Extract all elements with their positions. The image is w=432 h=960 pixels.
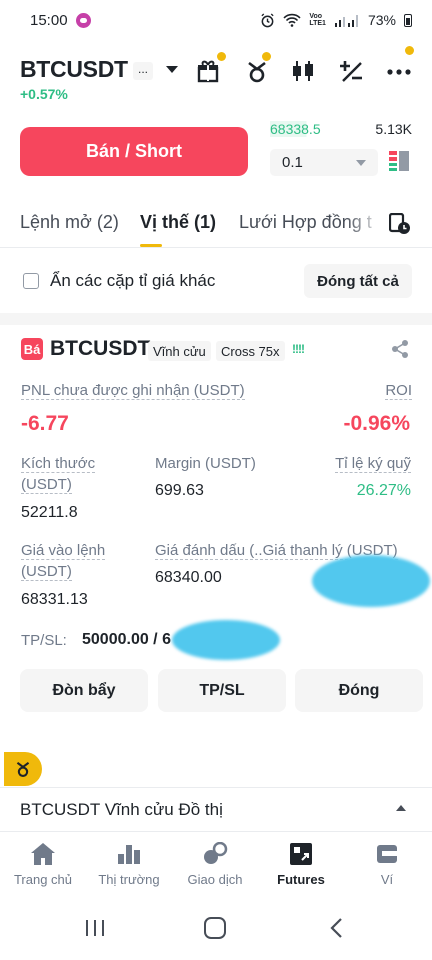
margin-ratio-value: 26.27%: [356, 482, 411, 499]
margin-ratio-label[interactable]: Tỉ lệ ký quỹ: [335, 455, 411, 473]
tab-fade: [345, 204, 385, 247]
orderbook-row[interactable]: 68338.5 5.13K: [270, 118, 412, 140]
orderbook-price: 68338.5: [270, 121, 331, 137]
back-icon[interactable]: [328, 917, 344, 939]
nav-home[interactable]: Trang chủ: [0, 842, 86, 887]
entry-price-value: 68331.13: [21, 591, 88, 608]
share-icon[interactable]: [390, 339, 410, 359]
redacted-liq-price: [312, 555, 430, 607]
nav-wallet-label: Ví: [380, 872, 394, 887]
battery-percent: 73%: [367, 12, 396, 28]
home-icon: [31, 843, 55, 865]
battery-icon: [404, 13, 412, 27]
entry-price-label[interactable]: Giá vào lệnh: [21, 542, 106, 560]
nav-wallet[interactable]: Ví: [344, 842, 430, 887]
gift-icon[interactable]: [195, 58, 221, 84]
more-icon[interactable]: [386, 58, 412, 84]
position-symbol[interactable]: BTCUSDT: [50, 337, 150, 361]
size-value: 52211.8: [21, 504, 78, 521]
redacted-tpsl: [172, 620, 280, 660]
status-time: 15:00: [30, 11, 68, 29]
nav-trade[interactable]: Giao dịch: [172, 842, 258, 887]
notification-app-icon: [75, 12, 91, 28]
header: BTCUSDT ... +0.57%: [0, 46, 432, 108]
hide-other-pairs-checkbox[interactable]: [23, 273, 39, 289]
bottom-nav: Trang chủ Thị trường Giao dịch Futures V…: [0, 831, 432, 896]
chevron-down-icon: [356, 159, 366, 166]
chevron-up-icon[interactable]: [396, 805, 406, 811]
close-position-button[interactable]: Đóng: [295, 669, 423, 712]
wifi-icon: [283, 13, 301, 27]
hide-other-pairs-label[interactable]: Ẩn các cặp tỉ giá khác: [50, 271, 215, 291]
sell-short-button[interactable]: Bán / Short: [20, 127, 248, 176]
nav-futures[interactable]: Futures: [258, 842, 344, 887]
gift-notification-dot: [217, 52, 226, 61]
section-divider: [0, 313, 432, 325]
tpsl-label: TP/SL:: [21, 632, 67, 649]
wallet-icon: [377, 845, 397, 863]
tab-positions[interactable]: Vị thế (1): [140, 212, 216, 233]
bot-icon: [16, 761, 30, 777]
candlestick-icon[interactable]: [290, 58, 316, 84]
margin-label: Margin (USDT): [155, 455, 256, 472]
mark-price-value: 68340.00: [155, 569, 222, 586]
network-label: Voo LTE1: [309, 13, 326, 27]
nav-futures-label: Futures: [277, 872, 325, 887]
short-side-badge: Bá: [21, 338, 43, 360]
tpsl-button[interactable]: TP/SL: [158, 669, 286, 712]
leverage-button[interactable]: Đòn bẩy: [20, 669, 148, 712]
chart-bar[interactable]: BTCUSDT Vĩnh cửu Đồ thị: [0, 787, 432, 831]
order-history-icon[interactable]: [389, 213, 411, 235]
system-nav-bar: [0, 896, 432, 960]
active-tab-indicator: [140, 244, 162, 247]
filter-row: Ẩn các cặp tỉ giá khác Đóng tất cả: [0, 263, 432, 299]
symbol-more-button[interactable]: ...: [133, 62, 153, 80]
close-all-button[interactable]: Đóng tất cả: [304, 264, 412, 298]
tpsl-value: 50000.00 / 6: [82, 631, 171, 648]
margin-value: 699.63: [155, 482, 204, 499]
bot-notification-dot: [262, 52, 271, 61]
size-unit-label[interactable]: (USDT): [21, 476, 72, 494]
position-tabs: Lệnh mở (2) Vị thế (1) Lưới Hợp đồng t: [0, 204, 432, 248]
entry-price-unit-label[interactable]: (USDT): [21, 563, 72, 581]
futures-icon: [290, 843, 312, 865]
nav-markets-label: Thị trường: [98, 872, 160, 887]
quantity-select[interactable]: 0.1: [270, 149, 378, 176]
recent-apps-icon[interactable]: [84, 918, 106, 938]
home-button-icon[interactable]: [203, 917, 227, 939]
status-icons: Voo LTE1 73%: [260, 12, 412, 28]
position-header: Bá BTCUSDT Vĩnh cửu Cross 75x !!!!: [0, 336, 432, 362]
nav-markets[interactable]: Thị trường: [86, 842, 172, 887]
calculator-icon[interactable]: [338, 58, 364, 84]
orderbook-layout-icon[interactable]: [389, 151, 409, 171]
menu-notification-dot: [405, 46, 414, 55]
risk-bars: !!!!: [292, 342, 305, 356]
quantity-value: 0.1: [282, 154, 303, 171]
chart-title: BTCUSDT Vĩnh cửu Đồ thị: [20, 800, 223, 819]
nav-home-label: Trang chủ: [13, 872, 73, 887]
floating-bot-button[interactable]: [4, 752, 42, 786]
orderbook-amount: 5.13K: [375, 121, 412, 137]
roi-label[interactable]: ROI: [385, 382, 412, 400]
symbol-title[interactable]: BTCUSDT: [20, 56, 128, 83]
nav-trade-label: Giao dịch: [187, 872, 243, 887]
pnl-value: -6.77: [21, 412, 69, 435]
margin-mode-pill[interactable]: Cross 75x: [216, 341, 285, 361]
status-bar: 15:00 Voo LTE1 73%: [0, 0, 432, 40]
tab-open-orders[interactable]: Lệnh mở (2): [20, 212, 119, 233]
alarm-icon: [261, 12, 274, 27]
price-change: +0.57%: [20, 86, 68, 102]
signal-icon: [334, 14, 358, 27]
pnl-label[interactable]: PNL chưa được ghi nhận (USDT): [21, 382, 245, 400]
size-label[interactable]: Kích thước: [21, 455, 96, 473]
trade-icon: [204, 842, 228, 864]
markets-icon: [118, 845, 140, 864]
roi-value: -0.96%: [343, 412, 410, 435]
symbol-dropdown-icon[interactable]: [166, 66, 178, 73]
contract-type-pill: Vĩnh cửu: [148, 341, 211, 361]
bot-icon[interactable]: [244, 58, 270, 84]
